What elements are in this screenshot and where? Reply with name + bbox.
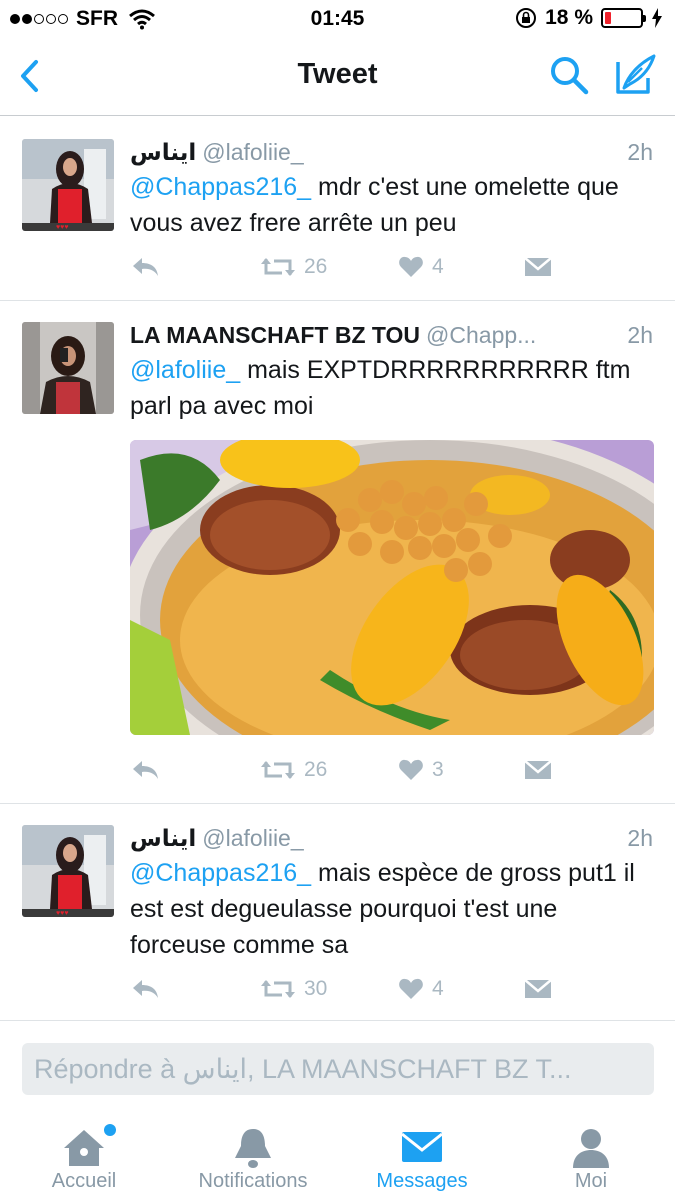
user-handle[interactable]: @lafoliie_ [202, 825, 303, 851]
tweet-actions: 26 3 [130, 754, 570, 786]
tweet[interactable]: LA MAANSCHAFT BZ TOU @Chapp... 2h @lafoli… [0, 302, 675, 804]
reply-button[interactable] [130, 754, 160, 786]
retweet-button[interactable]: 26 [260, 251, 327, 283]
retweet-icon [261, 258, 295, 276]
like-button[interactable]: 4 [398, 973, 444, 1005]
envelope-icon [524, 257, 552, 276]
envelope-icon [524, 760, 552, 779]
tweet-media-image[interactable] [130, 440, 654, 735]
compose-tweet-icon[interactable] [612, 52, 658, 98]
tweet-time: 2h [619, 825, 653, 852]
charging-bolt-icon [652, 8, 662, 28]
battery-icon [601, 8, 646, 28]
mention-link[interactable]: @Chappas216_ [130, 859, 311, 887]
display-name[interactable]: LA MAANSCHAFT BZ TOU [130, 322, 420, 348]
rotation-lock-icon [516, 8, 537, 28]
like-count: 3 [432, 758, 444, 781]
envelope-icon [524, 979, 552, 998]
svg-text:♥♥♥: ♥♥♥ [56, 224, 68, 231]
tab-notifications[interactable]: Notifications [169, 1110, 337, 1200]
tab-label: Moi [574, 1170, 608, 1192]
tweet-time: 2h [619, 322, 653, 349]
status-bar: SFR 01:45 18 % [0, 0, 675, 38]
tab-label: Accueil [51, 1170, 117, 1192]
svg-text:♥♥♥: ♥♥♥ [56, 910, 68, 917]
new-content-badge [104, 1124, 116, 1136]
battery-percent: 18 % [545, 6, 593, 29]
mention-link[interactable]: @lafoliie_ [130, 356, 240, 384]
display-name[interactable]: ايناس [130, 825, 196, 851]
heart-icon [399, 759, 423, 780]
retweet-button[interactable]: 30 [260, 973, 327, 1005]
reply-icon [133, 258, 158, 276]
envelope-icon [401, 1132, 443, 1162]
reply-input[interactable]: Répondre à ايناس, LA MAANSCHAFT BZ T... [22, 1043, 654, 1095]
user-handle[interactable]: @Chapp... [426, 322, 536, 348]
like-count: 4 [432, 255, 444, 278]
tweet-actions: 26 4 [130, 251, 570, 283]
home-icon [64, 1130, 104, 1166]
battery-level-fill [605, 12, 611, 24]
avatar[interactable]: ♥♥♥ [22, 825, 114, 917]
tab-label: Notifications [198, 1170, 308, 1192]
like-count: 4 [432, 977, 444, 1000]
tab-label: Messages [376, 1170, 468, 1192]
person-icon [573, 1129, 609, 1168]
retweet-icon [261, 980, 295, 998]
tab-home[interactable]: Accueil [0, 1110, 168, 1200]
retweet-icon [261, 761, 295, 779]
like-button[interactable]: 4 [398, 251, 444, 283]
avatar[interactable] [22, 322, 114, 414]
search-icon[interactable] [548, 54, 590, 96]
avatar[interactable]: ♥♥♥ [22, 139, 114, 231]
heart-icon [399, 256, 423, 277]
tab-messages[interactable]: Messages [338, 1110, 506, 1200]
tweet[interactable]: ♥♥♥ ايناس @lafoliie_ 2h @Chappas216_ mdr … [0, 117, 675, 301]
retweet-button[interactable]: 26 [260, 754, 327, 786]
tweet-text: @Chappas216_ mdr c'est une omelette que … [130, 169, 653, 241]
retweet-count: 30 [304, 977, 328, 1000]
tab-me[interactable]: Moi [507, 1110, 675, 1200]
reply-icon [133, 980, 158, 998]
tweet-header: ايناس @lafoliie_ 2h [130, 825, 653, 855]
tweet[interactable]: ♥♥♥ ايناس @lafoliie_ 2h @Chappas216_ mais… [0, 805, 675, 1021]
status-right: 18 % [515, 6, 663, 30]
mention-link[interactable]: @Chappas216_ [130, 173, 311, 201]
user-handle[interactable]: @lafoliie_ [202, 139, 303, 165]
retweet-count: 26 [304, 758, 328, 781]
tweet-header: LA MAANSCHAFT BZ TOU @Chapp... 2h [130, 322, 653, 352]
like-button[interactable]: 3 [398, 754, 444, 786]
direct-message-button[interactable] [524, 973, 552, 1005]
display-name[interactable]: ايناس [130, 139, 196, 165]
tweet-time: 2h [619, 139, 653, 166]
nav-bar: Tweet [0, 38, 675, 116]
reply-button[interactable] [130, 973, 160, 1005]
tweet-text: @Chappas216_ mais espèce de gross put1 i… [130, 855, 653, 963]
heart-icon [399, 978, 423, 999]
reply-icon [133, 761, 158, 779]
reply-button[interactable] [130, 251, 160, 283]
tweet-header: ايناس @lafoliie_ 2h [130, 139, 653, 169]
tweet-actions: 30 4 [130, 973, 570, 1005]
bell-icon [235, 1129, 271, 1168]
direct-message-button[interactable] [524, 251, 552, 283]
tweet-text: @lafoliie_ mais EXPTDRRRRRRRRRRR ftm par… [130, 352, 653, 424]
tab-bar: Accueil Notifications Messages Moi [0, 1110, 675, 1200]
direct-message-button[interactable] [524, 754, 552, 786]
retweet-count: 26 [304, 255, 328, 278]
